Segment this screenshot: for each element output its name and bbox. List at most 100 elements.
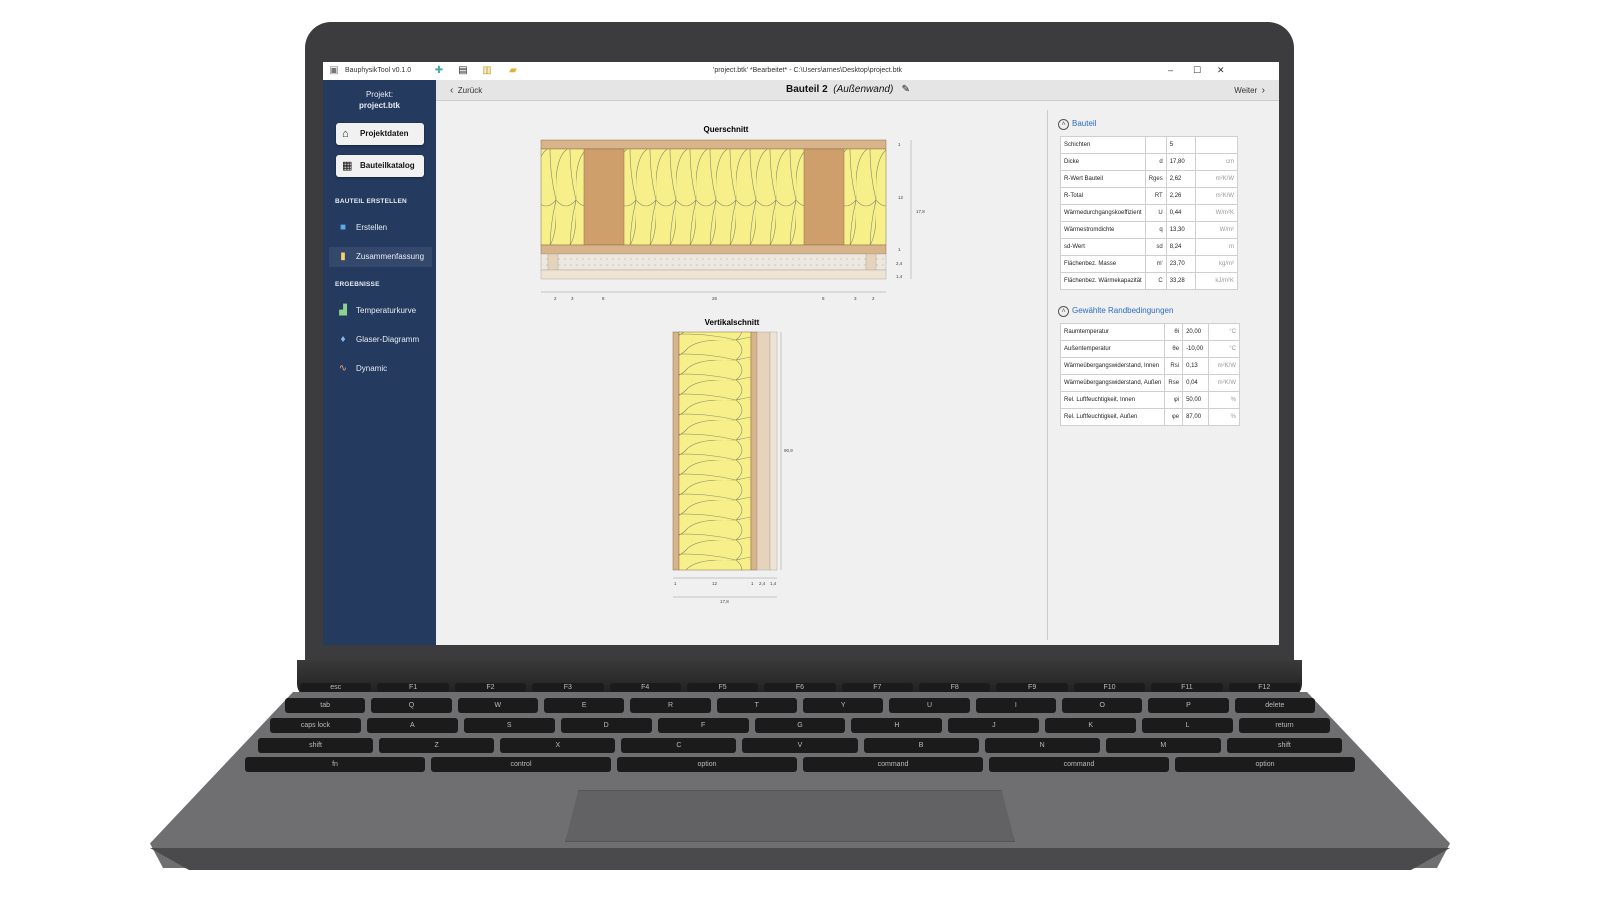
key[interactable]: E: [544, 698, 625, 713]
key[interactable]: delete: [1234, 698, 1315, 713]
key[interactable]: shift: [1226, 738, 1342, 753]
key[interactable]: N: [984, 738, 1100, 753]
new-file-icon[interactable]: ✚: [433, 65, 445, 77]
key[interactable]: fn: [245, 757, 425, 772]
grid-icon: ▦: [342, 160, 353, 172]
key[interactable]: G: [754, 718, 846, 733]
key[interactable]: option: [617, 757, 797, 772]
key[interactable]: K: [1045, 718, 1137, 733]
prop-value[interactable]: 8,24: [1165, 238, 1196, 256]
rand-section-toggle[interactable]: ˄ Gewählte Randbedingungen: [1058, 306, 1173, 317]
prop-symbol: RT: [1144, 187, 1167, 205]
key[interactable]: F8: [919, 683, 991, 692]
key[interactable]: F2: [454, 683, 527, 692]
key[interactable]: I: [975, 698, 1056, 713]
next-label: Weiter: [1234, 86, 1258, 95]
sidebar-item-dynamic[interactable]: ∿ Dynamic: [329, 359, 432, 379]
key[interactable]: C: [621, 738, 737, 753]
prop-value[interactable]: -10,00: [1182, 340, 1209, 358]
key[interactable]: H: [851, 718, 943, 733]
table-row: sd-Wert sd 8,24 m: [1060, 238, 1238, 256]
key[interactable]: R: [630, 698, 711, 713]
cross-board-top: [540, 139, 887, 150]
maximize-icon[interactable]: ☐: [1193, 65, 1201, 76]
prop-value[interactable]: 0,44: [1165, 204, 1196, 222]
key[interactable]: F7: [841, 683, 914, 692]
open-folder-icon[interactable]: ▰: [507, 65, 519, 77]
sidebar-item-temperaturkurve[interactable]: ▟ Temperaturkurve: [329, 301, 432, 321]
key[interactable]: caps lock: [270, 718, 361, 733]
prop-value[interactable]: 50,00: [1182, 391, 1209, 409]
drawing-area: Querschnitt 2 3 8 26 8 3 2 1 12 1 2,4 1,…: [540, 125, 925, 604]
prop-value[interactable]: 20,00: [1182, 323, 1209, 341]
prop-value[interactable]: 23,70: [1165, 255, 1196, 273]
key[interactable]: U: [889, 698, 970, 713]
key[interactable]: Q: [371, 698, 452, 713]
table-row: Wärmestromdichte q 13,30 W/m²: [1060, 221, 1238, 239]
prop-value[interactable]: 0,13: [1182, 357, 1209, 375]
prop-value[interactable]: 33,28: [1165, 272, 1196, 290]
key[interactable]: command: [989, 757, 1169, 772]
back-button[interactable]: ‹ Zurück: [450, 85, 482, 96]
key[interactable]: control: [431, 757, 611, 772]
key[interactable]: O: [1062, 698, 1143, 713]
save-icon[interactable]: ▤: [457, 65, 469, 77]
prop-value[interactable]: 13,30: [1165, 221, 1196, 239]
key[interactable]: Z: [379, 738, 495, 753]
sidebar-item-erstellen[interactable]: ■ Erstellen: [329, 218, 432, 238]
key[interactable]: F11: [1151, 683, 1223, 692]
sidebar-item-zusammenfassung[interactable]: ▮ Zusammenfassung: [329, 247, 432, 267]
prop-value[interactable]: 2,26: [1165, 187, 1196, 205]
key[interactable]: command: [803, 757, 983, 772]
key[interactable]: L: [1142, 718, 1234, 733]
close-icon[interactable]: ✕: [1217, 65, 1225, 76]
bauteilkatalog-button[interactable]: ▦ Bauteilkatalog: [336, 155, 424, 177]
key[interactable]: F4: [609, 683, 681, 692]
trackpad[interactable]: [565, 790, 1015, 842]
key[interactable]: S: [463, 718, 555, 733]
key[interactable]: esc: [300, 683, 372, 692]
dim-label: 3: [854, 296, 857, 301]
key[interactable]: B: [863, 738, 979, 753]
key[interactable]: option: [1175, 757, 1355, 772]
prop-value[interactable]: 87,00: [1182, 408, 1209, 426]
key[interactable]: F10: [1073, 683, 1146, 692]
key[interactable]: shift: [258, 738, 374, 753]
key[interactable]: P: [1148, 698, 1229, 713]
key[interactable]: M: [1105, 738, 1221, 753]
section-create-heading: BAUTEIL ERSTELLEN: [335, 198, 407, 205]
table-row: R-Wert Bauteil Rges 2,62 m²K/W: [1060, 170, 1238, 188]
key[interactable]: X: [500, 738, 616, 753]
key[interactable]: T: [716, 698, 797, 713]
key[interactable]: Y: [803, 698, 884, 713]
save-as-icon[interactable]: ▥: [481, 65, 493, 77]
sidebar-item-glaser[interactable]: ♦ Glaser-Diagramm: [329, 330, 432, 350]
edit-icon[interactable]: ✎: [902, 84, 910, 95]
key[interactable]: D: [560, 718, 652, 733]
prop-value[interactable]: 0,04: [1182, 374, 1209, 392]
title-text: Bauteil 2: [786, 84, 828, 95]
prop-unit: cm: [1194, 153, 1238, 171]
key[interactable]: F5: [686, 683, 759, 692]
prop-value[interactable]: 2,62: [1165, 170, 1196, 188]
key[interactable]: F: [657, 718, 749, 733]
vert-insulation: [678, 331, 752, 571]
key[interactable]: V: [742, 738, 858, 753]
key[interactable]: W: [457, 698, 538, 713]
key[interactable]: J: [948, 718, 1040, 733]
key[interactable]: F9: [996, 683, 1068, 692]
minimize-icon[interactable]: –: [1168, 65, 1173, 75]
key[interactable]: F3: [532, 683, 604, 692]
key[interactable]: tab: [285, 698, 366, 713]
projektdaten-button[interactable]: ⌂ Projektdaten: [336, 123, 424, 145]
prop-value[interactable]: 17,80: [1165, 153, 1196, 171]
key[interactable]: F1: [377, 683, 449, 692]
dim-label: 12: [712, 581, 718, 586]
key[interactable]: return: [1239, 718, 1330, 733]
bauteil-section-toggle[interactable]: ˄ Bauteil: [1058, 119, 1096, 130]
next-button[interactable]: Weiter ›: [1234, 85, 1265, 96]
key[interactable]: A: [366, 718, 458, 733]
key[interactable]: F6: [764, 683, 836, 692]
key[interactable]: F12: [1228, 683, 1300, 692]
prop-value[interactable]: 5: [1165, 136, 1196, 154]
